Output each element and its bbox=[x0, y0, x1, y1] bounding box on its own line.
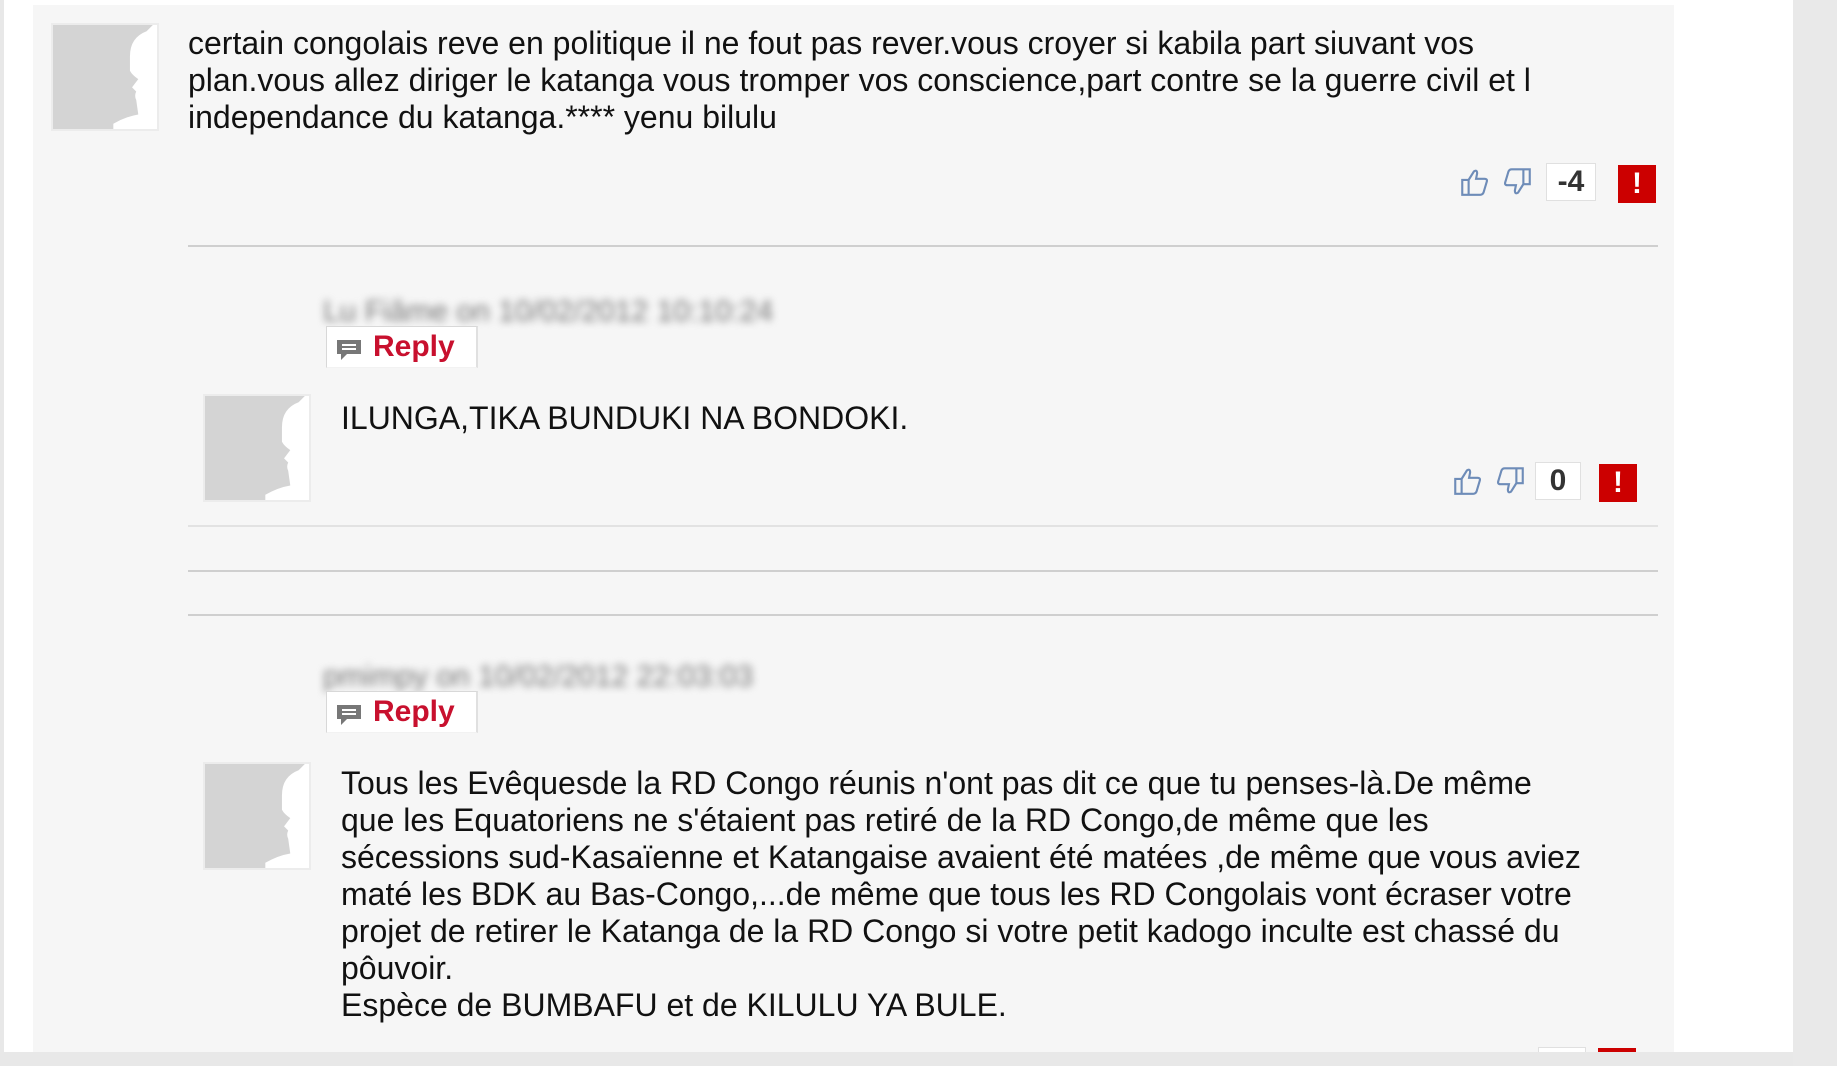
vote-controls-partial bbox=[1538, 1047, 1586, 1052]
vote-score: 0 bbox=[1535, 462, 1581, 500]
comment-text: ILUNGA,TIKA BUNDUKI NA BONDOKI. bbox=[341, 400, 909, 436]
report-flag-button[interactable]: ! bbox=[1618, 165, 1656, 203]
divider bbox=[188, 245, 1658, 247]
report-flag-button[interactable]: ! bbox=[1599, 464, 1637, 502]
silhouette-avatar-icon bbox=[205, 396, 309, 500]
reply-button[interactable]: Reply bbox=[326, 691, 478, 733]
scrollbar-track[interactable] bbox=[1793, 0, 1837, 1066]
vote-controls: 0 ! bbox=[1451, 462, 1661, 502]
reply-label: Reply bbox=[373, 330, 455, 363]
vote-score: -4 bbox=[1546, 163, 1596, 201]
divider bbox=[188, 614, 1658, 616]
speech-bubble-icon bbox=[335, 703, 363, 727]
avatar bbox=[51, 23, 159, 131]
divider bbox=[188, 570, 1658, 572]
divider bbox=[188, 525, 1658, 527]
report-flag-button-partial[interactable] bbox=[1598, 1048, 1636, 1052]
reply-label: Reply bbox=[373, 695, 455, 728]
comment-author-meta: Lu Fiâme on 10/02/2012 10:10:24 bbox=[323, 295, 774, 328]
thumbs-up-icon[interactable] bbox=[1458, 165, 1492, 199]
silhouette-avatar-icon bbox=[205, 764, 309, 868]
silhouette-avatar-icon bbox=[53, 25, 157, 129]
avatar bbox=[203, 394, 311, 502]
vote-controls: -4 ! bbox=[1458, 163, 1668, 203]
comments-panel: certain congolais reve en politique il n… bbox=[33, 5, 1674, 1052]
thumbs-down-icon[interactable] bbox=[1493, 464, 1527, 498]
comment-author-meta: pmimpy on 10/02/2012 22:03:03 bbox=[323, 660, 754, 693]
avatar bbox=[203, 762, 311, 870]
reply-button[interactable]: Reply bbox=[326, 326, 478, 368]
thumbs-down-icon[interactable] bbox=[1500, 165, 1534, 199]
thumbs-up-icon[interactable] bbox=[1451, 464, 1485, 498]
speech-bubble-icon bbox=[335, 338, 363, 362]
comment-text: certain congolais reve en politique il n… bbox=[188, 25, 1531, 135]
comment-text: Tous les Evêquesde la RD Congo réunis n'… bbox=[341, 765, 1581, 1023]
